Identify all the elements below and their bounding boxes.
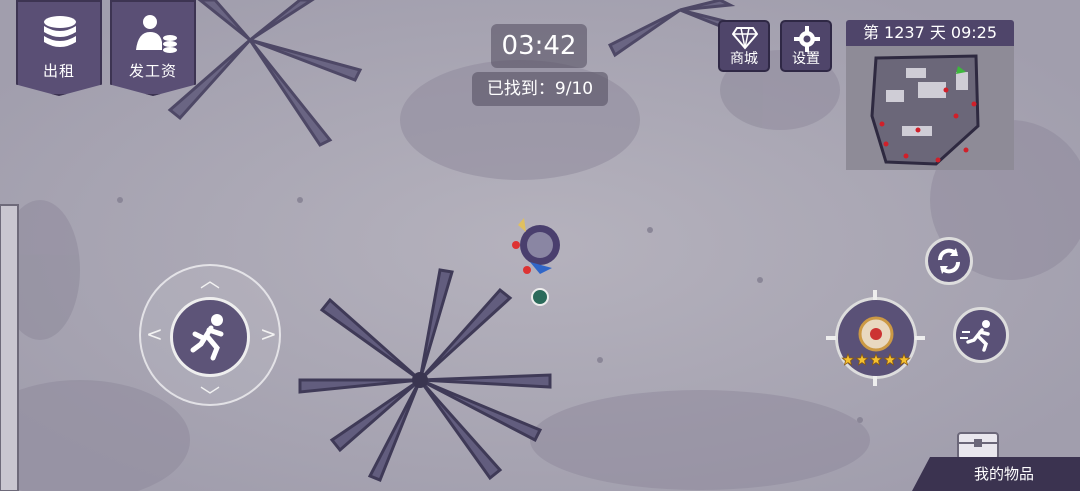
crosshair-top	[873, 290, 877, 300]
skill-star-icon	[855, 352, 869, 366]
worker-coins-icon	[136, 15, 177, 53]
crosshair-bottom	[873, 376, 877, 386]
found-counter: 已找到：9/10	[472, 72, 608, 106]
my-items-button[interactable]: 我的物品	[912, 457, 1080, 491]
skill-star-icon	[883, 352, 897, 366]
skill-portrait-icon	[841, 316, 911, 366]
settings-button[interactable]: 设置	[780, 20, 832, 72]
sprint-icon	[960, 320, 990, 352]
skill-star-icon	[841, 352, 855, 366]
skill-star-icon	[869, 352, 883, 366]
diamond-icon	[732, 27, 758, 50]
minimap[interactable]	[846, 46, 1014, 170]
refresh-icon	[938, 248, 960, 274]
coin-stack-icon	[44, 16, 76, 47]
settings-label: 设置	[792, 51, 820, 67]
shop-button[interactable]: 商城	[718, 20, 770, 72]
joystick-knob[interactable]	[170, 297, 250, 377]
skill-stars	[841, 352, 911, 366]
joystick-up-arrow: ︿	[200, 268, 220, 292]
sprint-button[interactable]	[953, 307, 1009, 363]
minimap-graphic	[846, 46, 1014, 170]
rent-button[interactable]: 出租	[16, 0, 102, 96]
joystick-right-arrow: >	[260, 322, 277, 346]
day-time-display: 第 1237 天 09:25	[846, 20, 1014, 46]
crosshair-right	[915, 336, 925, 340]
countdown-timer: 03:42	[491, 24, 587, 68]
skill-button[interactable]	[835, 297, 917, 379]
npc-marker	[531, 288, 549, 306]
shop-label: 商城	[730, 51, 758, 67]
running-man-icon	[190, 314, 224, 361]
skill-star-icon	[897, 352, 911, 366]
pay-salary-label: 发工资	[128, 62, 177, 80]
rent-label: 出租	[42, 62, 75, 80]
joystick-down-arrow: ﹀	[200, 384, 220, 408]
refresh-button[interactable]	[925, 237, 973, 285]
pay-salary-button[interactable]: 发工资	[110, 0, 196, 96]
joystick-left-arrow: <	[146, 322, 163, 346]
crosshair-left	[826, 336, 836, 340]
